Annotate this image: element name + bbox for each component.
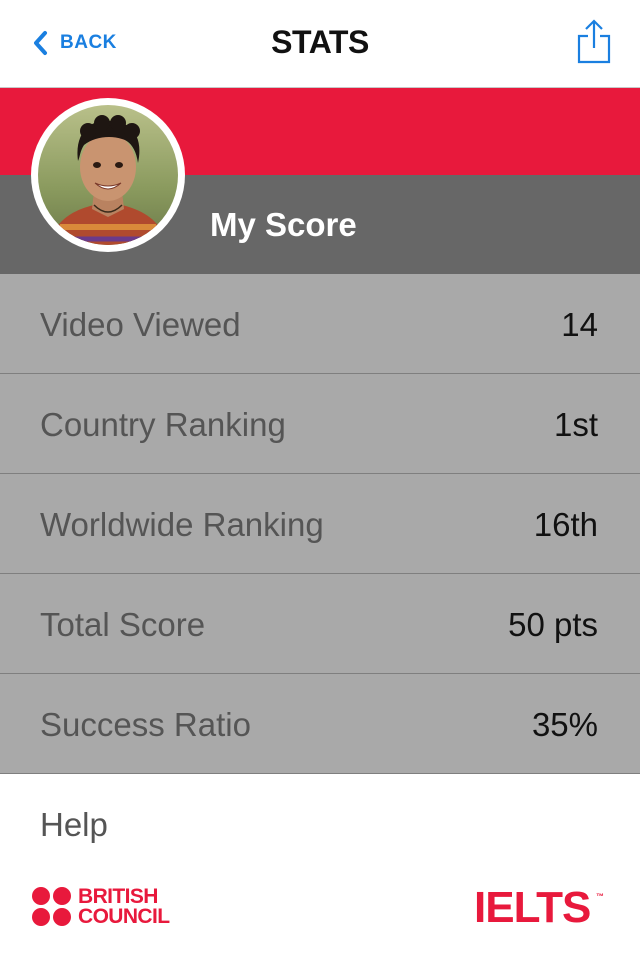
navigation-bar: BACK STATS bbox=[0, 0, 640, 88]
stat-row-video-viewed: Video Viewed 14 bbox=[0, 274, 640, 374]
stat-label: Video Viewed bbox=[40, 306, 241, 343]
stat-label: Country Ranking bbox=[40, 406, 286, 443]
profile-title: My Score bbox=[210, 206, 357, 243]
stat-row-worldwide-ranking: Worldwide Ranking 16th bbox=[0, 474, 640, 574]
stat-label: Worldwide Ranking bbox=[40, 506, 324, 543]
ielts-trademark: ™ bbox=[596, 892, 604, 901]
stat-label: Success Ratio bbox=[40, 706, 251, 743]
help-link[interactable]: Help bbox=[40, 806, 108, 844]
stat-value: 16th bbox=[533, 506, 598, 543]
stats-list: Video Viewed 14 Country Ranking 1st Worl… bbox=[0, 274, 640, 774]
page-title: STATS bbox=[271, 24, 369, 60]
avatar-image bbox=[38, 105, 178, 245]
stat-row-success-ratio: Success Ratio 35% bbox=[0, 674, 640, 774]
share-button[interactable] bbox=[574, 18, 614, 66]
stat-value: 50 pts bbox=[508, 606, 598, 643]
british-council-line2: COUNCIL bbox=[78, 905, 170, 928]
british-council-line1: BRITISH bbox=[78, 885, 158, 908]
stat-value: 35% bbox=[531, 706, 598, 743]
stat-value: 1st bbox=[553, 406, 598, 443]
share-icon bbox=[577, 19, 611, 64]
british-council-logo: BRITISH COUNCIL bbox=[32, 885, 170, 928]
stat-row-total-score: Total Score 50 pts bbox=[0, 574, 640, 674]
stat-value: 14 bbox=[561, 306, 598, 343]
stat-label: Total Score bbox=[40, 606, 206, 643]
british-council-dots-icon bbox=[32, 887, 72, 927]
ielts-logo: IELTS bbox=[474, 883, 591, 932]
avatar bbox=[31, 98, 185, 252]
stat-row-country-ranking: Country Ranking 1st bbox=[0, 374, 640, 474]
